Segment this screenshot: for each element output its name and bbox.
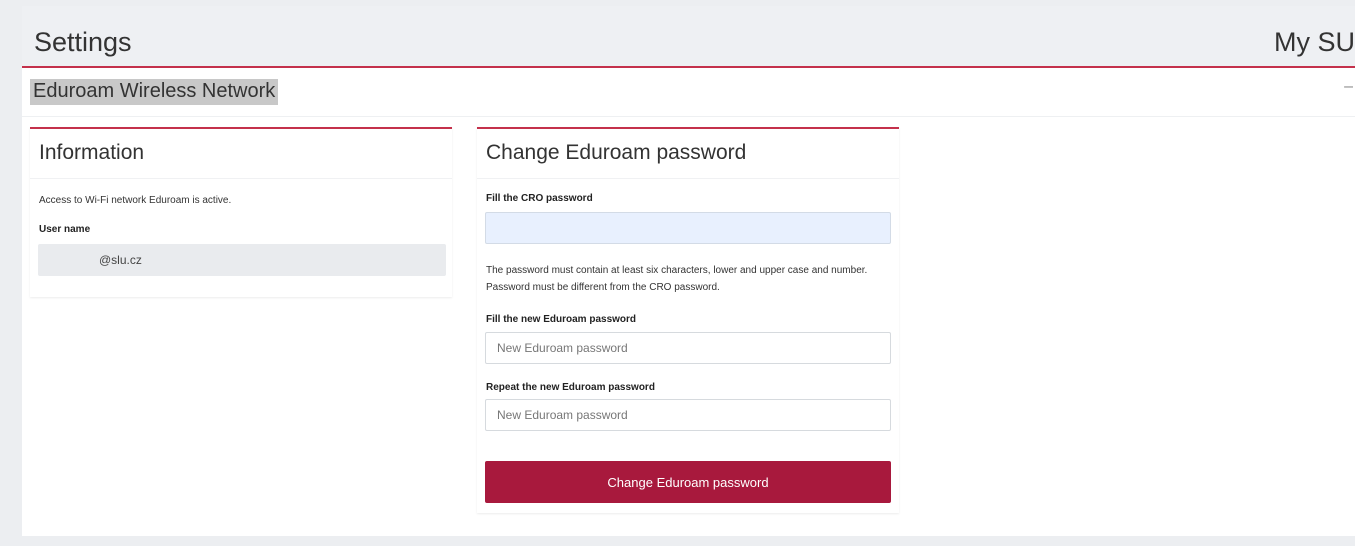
section-title: Eduroam Wireless Network [30, 79, 279, 105]
information-card-header: Information [30, 129, 452, 179]
new-password-input[interactable] [485, 332, 891, 364]
change-password-card-title: Change Eduroam password [486, 141, 747, 164]
my-su-link[interactable]: My SU [1274, 27, 1355, 58]
section-header: Eduroam Wireless Network – [22, 68, 1355, 117]
cro-password-label: Fill the CRO password [486, 193, 593, 204]
page-title: Settings [34, 27, 132, 57]
collapse-button[interactable]: – [1344, 78, 1353, 96]
settings-page: Settings My SU Eduroam Wireless Network … [22, 6, 1355, 536]
username-label: User name [39, 224, 91, 235]
change-password-card: Change Eduroam password Fill the CRO pas… [477, 127, 899, 513]
information-card-title: Information [39, 141, 145, 164]
information-card: Information Access to Wi-Fi network Edur… [30, 127, 452, 297]
username-value: @slu.cz [99, 253, 142, 267]
repeat-password-label: Repeat the new Eduroam password [486, 382, 655, 393]
cro-password-input[interactable] [485, 212, 891, 244]
access-status-text: Access to Wi-Fi network Eduroam is activ… [39, 195, 232, 206]
new-password-label: Fill the new Eduroam password [486, 314, 637, 325]
change-password-card-header: Change Eduroam password [477, 129, 899, 179]
change-password-button[interactable]: Change Eduroam password [485, 461, 891, 503]
username-field: @slu.cz [38, 244, 446, 276]
page-header: Settings My SU [22, 6, 1355, 68]
password-requirements-text: The password must contain at least six c… [486, 265, 868, 293]
repeat-password-input[interactable] [485, 399, 891, 431]
